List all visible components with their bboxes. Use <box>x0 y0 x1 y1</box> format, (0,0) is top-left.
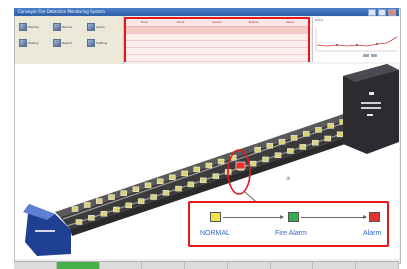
maximize-button[interactable] <box>378 9 386 16</box>
alarm-icon <box>87 23 95 31</box>
sensor-lamp[interactable] <box>187 181 195 188</box>
sensor-lamp[interactable] <box>278 138 286 145</box>
sensor-lamp[interactable] <box>137 198 145 204</box>
normal-lamp-icon <box>210 212 221 222</box>
status-legend-callout: NORMAL Fire Alarm Alarm <box>188 201 389 247</box>
history-icon <box>19 39 27 47</box>
toolbar-button-setting[interactable]: Setting <box>87 38 117 48</box>
sensor-lamp[interactable] <box>181 170 188 177</box>
sensor-lamp[interactable] <box>150 194 157 200</box>
sensor-lamp[interactable] <box>312 139 319 146</box>
sensor-lamp[interactable] <box>287 148 294 154</box>
sensor-lamp[interactable] <box>132 186 140 192</box>
sensor-lamp[interactable] <box>120 190 127 196</box>
title-bar: Conveyor Fire Detection Monitoring Syste… <box>14 8 399 16</box>
sensor-lamp[interactable] <box>205 162 213 169</box>
toolbar-button-device[interactable]: Device <box>53 22 83 32</box>
device-icon <box>53 23 61 31</box>
sensor-lamp[interactable] <box>299 144 307 150</box>
sensor-lamp[interactable] <box>274 152 282 158</box>
sensor-lamp[interactable] <box>327 123 334 129</box>
sensor-lamp[interactable] <box>200 177 207 184</box>
fire-alarm-lamp-icon <box>288 212 299 222</box>
sensor-lamp[interactable] <box>144 182 152 189</box>
column-header-status[interactable]: Status <box>235 19 271 26</box>
toolbar-label: Monitor <box>28 25 40 29</box>
sensor-lamp[interactable] <box>71 206 79 212</box>
alarm-row[interactable] <box>126 41 308 48</box>
alarm-list-panel: Time Zone Sensor Status Value <box>124 17 310 62</box>
svg-text:⊕: ⊕ <box>286 176 290 182</box>
sensor-lamp[interactable] <box>315 127 322 133</box>
sensor-lamp[interactable] <box>249 160 257 167</box>
alarm-list-header: Time Zone Sensor Status Value <box>126 19 308 27</box>
legend-label-fire-alarm: Fire Alarm <box>275 230 307 237</box>
alarm-row[interactable] <box>126 27 308 34</box>
sensor-lamp[interactable] <box>100 210 108 217</box>
sensor-lamp[interactable] <box>169 174 176 181</box>
sensor-lamp[interactable] <box>125 202 132 209</box>
legend-label-normal: NORMAL <box>200 230 230 237</box>
alarm-row[interactable] <box>126 34 308 41</box>
column-header-value[interactable]: Value <box>272 19 308 26</box>
window-title: Conveyor Fire Detection Monitoring Syste… <box>18 9 106 14</box>
toolbar-button-history[interactable]: History <box>19 38 49 48</box>
report-icon <box>53 39 61 47</box>
sensor-lamp[interactable] <box>254 146 261 153</box>
sensor-lamp[interactable] <box>156 178 164 185</box>
sensor-lamp[interactable] <box>162 190 170 196</box>
toolbar: Monitor Device Alarm History Report Sett… <box>15 16 124 64</box>
sensor-lamp[interactable] <box>324 135 331 142</box>
toolbar-label: History <box>28 41 39 45</box>
trend-panel: Trend <box>312 17 400 62</box>
alarm-row[interactable] <box>126 55 308 62</box>
legend-label-alarm: Alarm <box>363 230 382 237</box>
arrow-icon <box>223 215 284 219</box>
column-header-sensor[interactable]: Sensor <box>199 19 235 26</box>
sensor-lamp[interactable] <box>262 156 269 163</box>
trend-graph <box>315 29 398 57</box>
sensor-lamp[interactable] <box>96 198 103 204</box>
sensor-lamp[interactable] <box>303 131 310 137</box>
toolbar-label: Setting <box>96 41 107 45</box>
sensor-lamp[interactable] <box>83 202 91 208</box>
arrow-icon <box>301 215 367 219</box>
minimize-button[interactable] <box>368 9 376 16</box>
toolbar-label: Device <box>62 25 73 29</box>
sensor-lamp[interactable] <box>175 185 182 192</box>
column-header-time[interactable]: Time <box>126 19 162 26</box>
alarm-row[interactable] <box>126 48 308 55</box>
sensor-lamp[interactable] <box>113 206 120 213</box>
toolbar-button-monitor[interactable]: Monitor <box>19 22 49 32</box>
monitor-icon <box>19 23 27 31</box>
sensor-lamp[interactable] <box>75 219 83 225</box>
alarm-lamp-icon <box>369 212 380 222</box>
sensor-lamp[interactable] <box>266 142 274 149</box>
toolbar-button-report[interactable]: Report <box>53 38 83 48</box>
column-header-zone[interactable]: Zone <box>162 19 198 26</box>
toolbar-button-alarm[interactable]: Alarm <box>87 22 117 32</box>
sensor-lamp[interactable] <box>212 173 220 179</box>
alarm-sensor-lamp[interactable] <box>235 161 246 170</box>
toolbar-label: Alarm <box>96 25 105 29</box>
toolbar-label: Report <box>62 41 72 45</box>
sensor-lamp[interactable] <box>88 215 95 221</box>
sensor-lamp[interactable] <box>290 135 298 141</box>
sensor-lamp[interactable] <box>108 194 115 200</box>
sensor-lamp[interactable] <box>193 166 200 173</box>
close-button[interactable] <box>388 9 396 16</box>
sensor-lamp[interactable] <box>336 131 344 138</box>
sensor-lamp[interactable] <box>217 158 225 165</box>
setting-icon <box>87 39 95 47</box>
